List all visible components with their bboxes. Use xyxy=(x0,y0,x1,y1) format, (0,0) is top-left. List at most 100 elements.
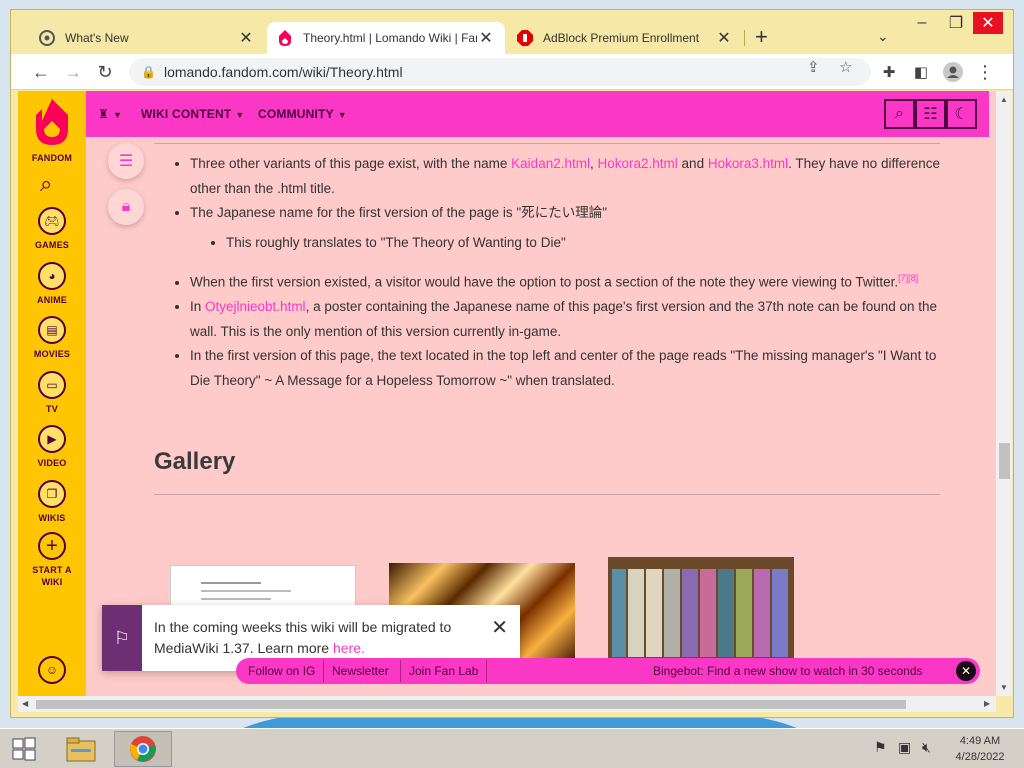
toast-close-icon[interactable]: ✕ xyxy=(491,615,508,640)
fanbar-close-icon[interactable]: ✕ xyxy=(956,661,976,681)
share-icon[interactable]: ⇪ xyxy=(807,58,820,76)
community-label: COMMUNITY xyxy=(258,107,334,121)
section-divider xyxy=(154,143,940,144)
rail-label-movies[interactable]: MOVIES xyxy=(18,349,86,359)
window-close-icon[interactable]: ✕ xyxy=(973,12,1003,34)
volume-muted-icon[interactable]: 🔇︎ xyxy=(922,739,931,756)
fandom-logo[interactable] xyxy=(34,99,70,145)
minimize-icon[interactable]: – xyxy=(907,12,937,34)
system-clock[interactable]: 4:49 AM 4/28/2022 xyxy=(940,733,1020,765)
tab-whats-new[interactable]: What's New ✕ xyxy=(29,22,265,54)
forward-arrow-icon[interactable]: → xyxy=(61,60,85,84)
scroll-up-arrow-icon[interactable]: ▲ xyxy=(1000,95,1008,104)
separator xyxy=(400,660,401,682)
list-item: This roughly translates to "The Theory o… xyxy=(226,231,944,256)
follow-on-ig-link[interactable]: Follow on IG xyxy=(248,664,315,678)
chrome-icon xyxy=(39,30,55,46)
scroll-right-arrow-icon[interactable]: ▶ xyxy=(984,699,990,708)
list-item: In the first version of this page, the t… xyxy=(190,344,944,393)
tab-bar: What's New ✕ Theory.html | Lomando Wiki … xyxy=(11,10,1013,54)
wiki-search-button[interactable]: ⌕ xyxy=(884,99,915,129)
trivia-list: Three other variants of this page exist,… xyxy=(154,152,944,393)
maximize-icon[interactable]: ❐ xyxy=(941,12,971,34)
adblock-icon xyxy=(517,30,533,46)
profile-avatar-icon[interactable] xyxy=(941,60,965,84)
play-icon[interactable]: ▶ xyxy=(38,425,66,453)
rail-label-anime[interactable]: ANIME xyxy=(18,295,86,305)
start-a-wiki-label[interactable]: START A WIKI xyxy=(30,564,74,588)
scrollbar-thumb[interactable] xyxy=(999,443,1010,479)
tab-close-icon[interactable]: ✕ xyxy=(477,28,495,48)
lock-page-icon[interactable]: 🔒︎ xyxy=(108,189,144,225)
rail-label-tv[interactable]: TV xyxy=(18,404,86,414)
bookmark-star-icon[interactable]: ☆ xyxy=(839,58,852,76)
bingebot-promo[interactable]: Bingebot: Find a new show to watch in 30… xyxy=(653,664,923,678)
tab-search-chevron-icon[interactable]: ⌄ xyxy=(877,28,889,45)
rail-label-games[interactable]: GAMES xyxy=(18,240,86,250)
anime-face-icon[interactable]: ◕ xyxy=(38,262,66,290)
tab-title: Theory.html | Lomando Wiki | Fandom xyxy=(303,31,477,45)
rail-label-video[interactable]: VIDEO xyxy=(18,458,86,468)
clapper-icon[interactable]: ▤ xyxy=(38,316,66,344)
back-arrow-icon[interactable]: ← xyxy=(29,60,53,84)
gallery-heading: Gallery xyxy=(154,448,236,475)
tab-close-icon[interactable]: ✕ xyxy=(237,28,255,48)
link-kaidan2[interactable]: Kaidan2.html xyxy=(511,156,590,171)
gamepad-icon[interactable]: 🎮︎ xyxy=(38,207,66,235)
join-fan-lab-link[interactable]: Join Fan Lab xyxy=(409,664,478,678)
link-hokora2[interactable]: Hokora2.html xyxy=(598,156,678,171)
tab-close-icon[interactable]: ✕ xyxy=(715,28,733,48)
tab-title: AdBlock Premium Enrollment xyxy=(543,31,700,45)
wiki-content-menu[interactable]: WIKI CONTENT ▼ xyxy=(141,107,245,121)
gallery-image-bookshelf[interactable] xyxy=(608,557,794,665)
fandom-global-nav: FANDOM ⌕ 🎮︎ GAMES ◕ ANIME ▤ MOVIES ▭ TV … xyxy=(18,91,86,696)
table-of-contents-icon[interactable]: ☰ xyxy=(108,143,144,179)
dark-mode-moon-icon[interactable]: ☾ xyxy=(946,99,977,129)
browser-toolbar: ← → ↻ 🔒 lomando.fandom.com/wiki/Theory.h… xyxy=(11,54,1013,90)
reload-icon[interactable]: ↻ xyxy=(93,60,117,84)
windows-taskbar: ⚑ ▣ 🔇︎ 4:49 AM 4/28/2022 xyxy=(0,728,1024,768)
tab-adblock[interactable]: AdBlock Premium Enrollment ✕ xyxy=(507,22,743,54)
scroll-down-arrow-icon[interactable]: ▼ xyxy=(1000,683,1008,692)
wiki-nav-bar: ♜ ▼ WIKI CONTENT ▼ COMMUNITY ▼ ⌕ ☷ ☾ xyxy=(86,91,989,137)
tv-icon[interactable]: ▭ xyxy=(38,371,66,399)
wiki-home-dropdown[interactable]: ♜ ▼ xyxy=(98,107,122,121)
learn-more-link[interactable]: here. xyxy=(333,640,365,656)
windows-start-icon[interactable] xyxy=(8,735,40,763)
file-explorer-icon[interactable] xyxy=(52,731,110,767)
new-tab-button[interactable]: + xyxy=(755,24,768,50)
search-icon[interactable]: ⌕ xyxy=(40,171,52,197)
vertical-scrollbar[interactable]: ▲ ▼ xyxy=(996,91,1012,696)
kebab-menu-icon[interactable]: ⋮ xyxy=(973,60,997,84)
flag-icon: ⚐ xyxy=(102,605,142,671)
plus-circle-icon[interactable]: + xyxy=(38,532,66,560)
separator xyxy=(486,660,487,682)
discussions-icon[interactable]: ☷ xyxy=(915,99,946,129)
scroll-left-arrow-icon[interactable]: ◀ xyxy=(22,699,28,708)
clock-time: 4:49 AM xyxy=(959,735,1001,747)
extensions-puzzle-icon[interactable]: ✚ xyxy=(877,60,901,84)
horizontal-scrollbar[interactable]: ◀ ▶ xyxy=(18,696,996,712)
clock-date: 4/28/2022 xyxy=(955,751,1005,763)
link-hokora3[interactable]: Hokora3.html xyxy=(708,156,788,171)
link-otyejlnieobt[interactable]: Otyejlnieobt.html xyxy=(205,299,306,314)
chrome-taskbar-icon[interactable] xyxy=(114,731,172,767)
toast-message: In the coming weeks this wiki will be mi… xyxy=(154,619,452,656)
community-menu[interactable]: COMMUNITY ▼ xyxy=(258,107,347,121)
list-item: Three other variants of this page exist,… xyxy=(190,152,944,201)
action-center-flag-icon[interactable]: ⚑ xyxy=(874,739,887,756)
rail-label-wikis[interactable]: WIKIS xyxy=(18,513,86,523)
book-icon[interactable]: ❐ xyxy=(38,480,66,508)
reference-link[interactable]: [7][8] xyxy=(898,273,918,283)
fandom-flame-icon xyxy=(277,30,293,46)
address-bar[interactable]: 🔒 lomando.fandom.com/wiki/Theory.html xyxy=(129,58,871,86)
user-account-icon[interactable]: ☺ xyxy=(38,656,66,684)
tab-theory-html[interactable]: Theory.html | Lomando Wiki | Fandom ✕ xyxy=(267,22,505,54)
network-icon[interactable]: ▣ xyxy=(898,739,911,756)
side-panel-icon[interactable]: ◧ xyxy=(909,60,933,84)
list-item: In Otyejlnieobt.html, a poster containin… xyxy=(190,295,944,344)
newsletter-link[interactable]: Newsletter xyxy=(332,664,389,678)
scrollbar-thumb[interactable] xyxy=(36,700,906,709)
tab-separator xyxy=(744,30,745,46)
chevron-down-icon: ▼ xyxy=(235,110,245,120)
